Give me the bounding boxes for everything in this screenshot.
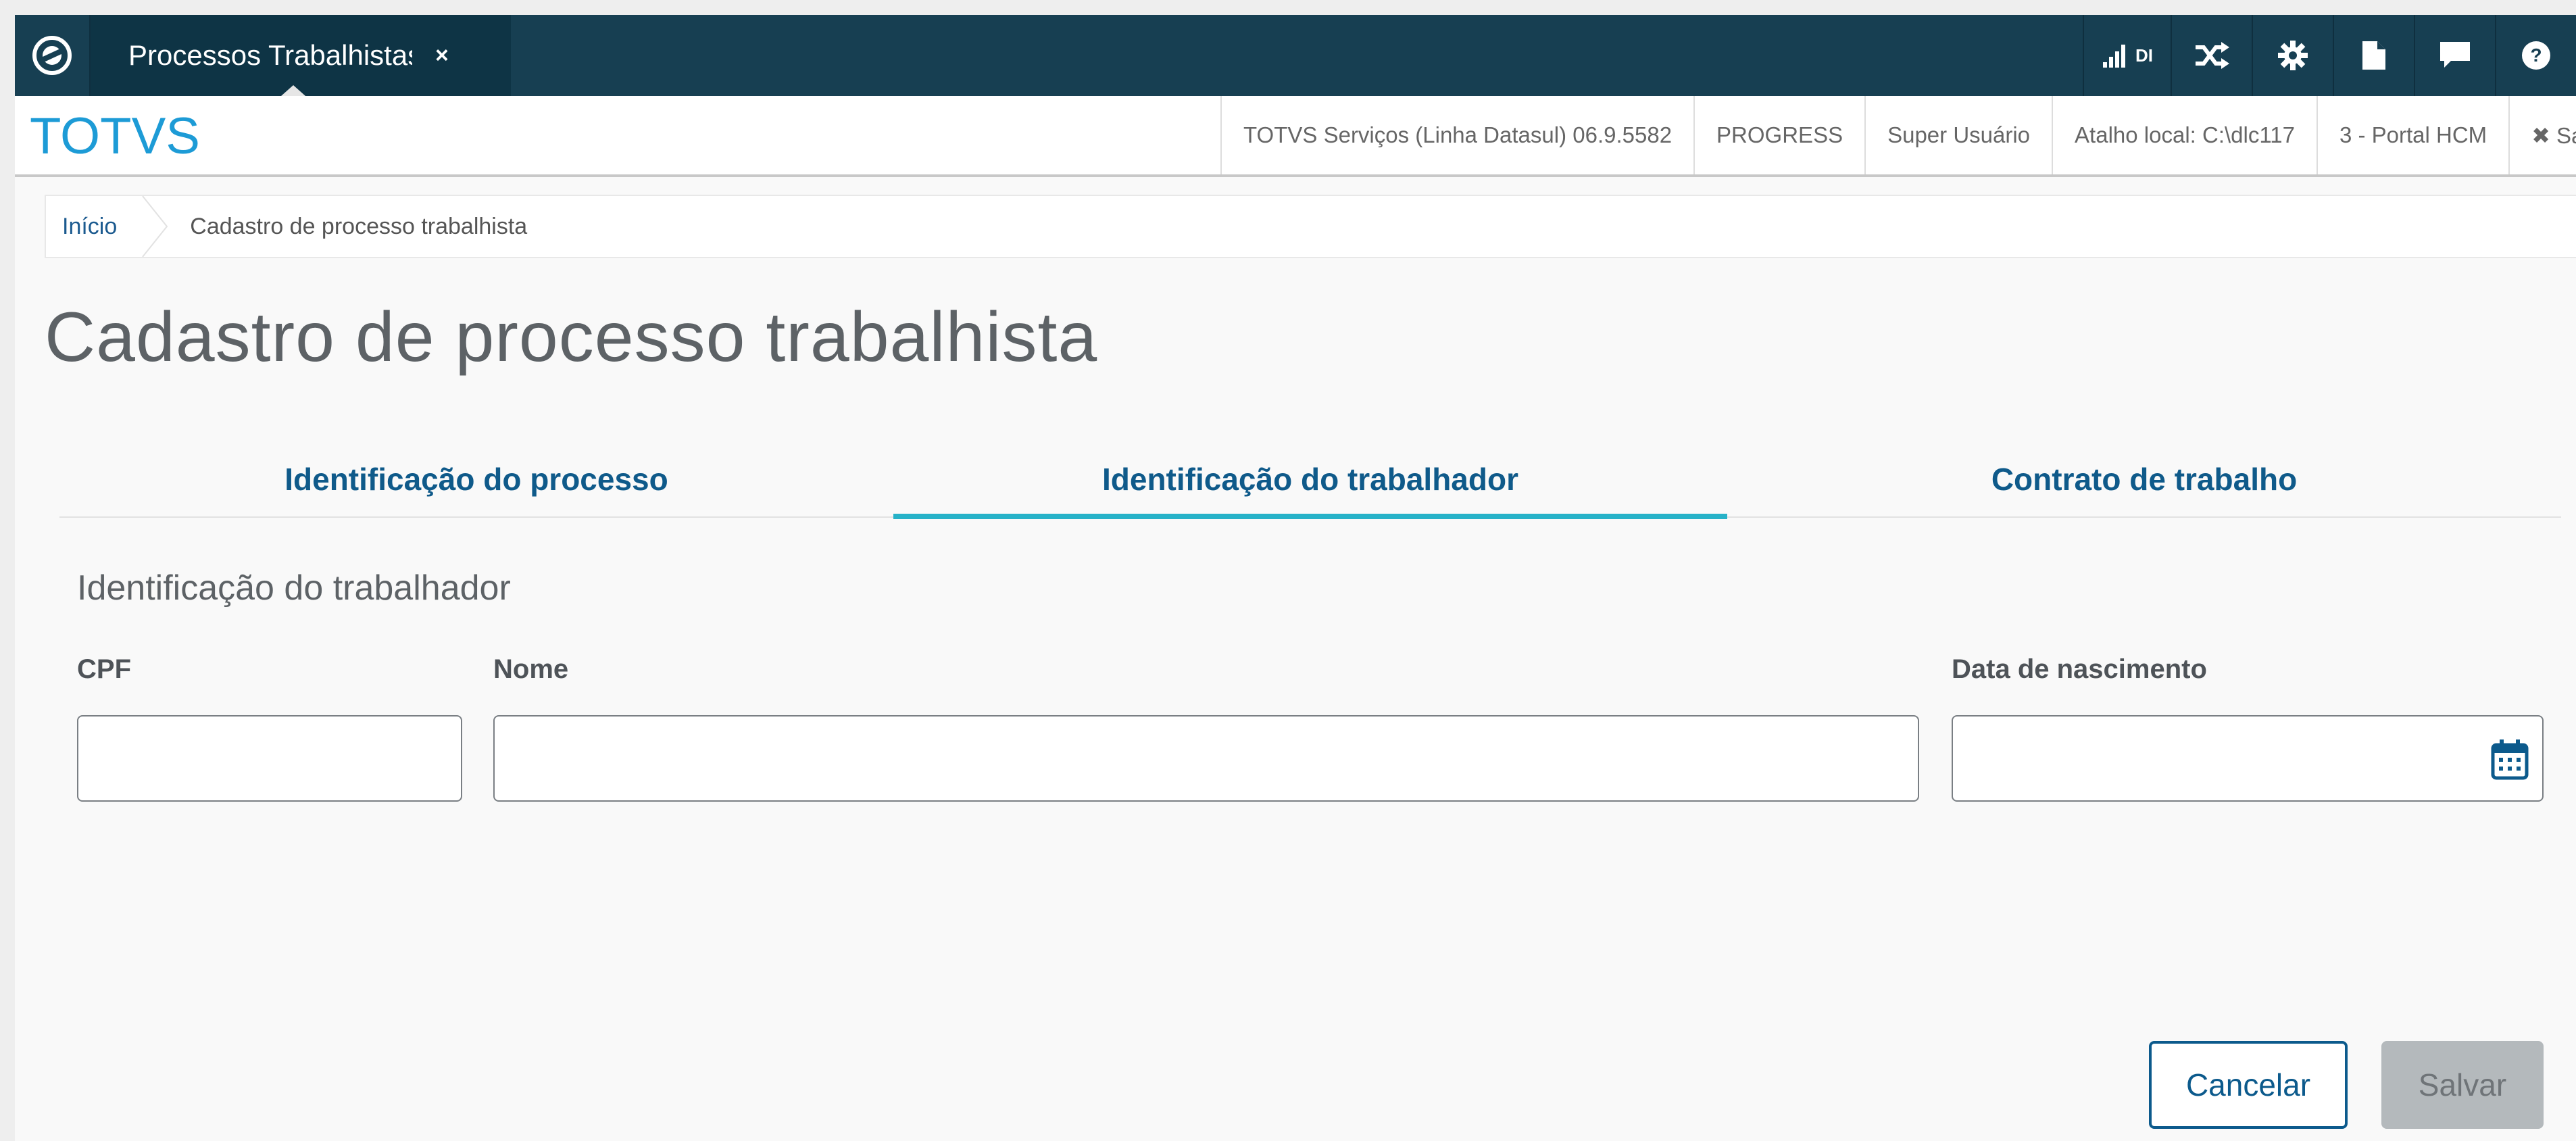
calendar-icon[interactable] bbox=[2491, 739, 2529, 780]
header-info: TOTVS Serviços (Linha Datasul) 06.9.5582… bbox=[1220, 96, 2576, 174]
signal-icon bbox=[2103, 45, 2125, 68]
totvs-logo-icon bbox=[32, 36, 72, 75]
shuffle-button[interactable] bbox=[2171, 15, 2252, 96]
breadcrumb-current: Cadastro de processo trabalhista bbox=[190, 213, 528, 239]
breadcrumb-separator-icon bbox=[140, 195, 170, 258]
top-toolbar: DI ? bbox=[2083, 15, 2576, 96]
save-button[interactable]: Salvar bbox=[2381, 1041, 2544, 1129]
top-bar: Processos Trabalhistas × DI ? bbox=[15, 15, 2576, 96]
logout-button[interactable]: ✖ Sair bbox=[2508, 96, 2576, 174]
totvs-logo-button[interactable] bbox=[15, 15, 91, 96]
app-window: Processos Trabalhistas × DI ? TOTVS TOTV… bbox=[15, 15, 2576, 1141]
breadcrumb: Início Cadastro de processo trabalhista bbox=[45, 195, 2576, 258]
section-title: Identificação do trabalhador bbox=[77, 568, 511, 608]
svg-text:?: ? bbox=[2530, 45, 2542, 66]
help-button[interactable]: ? bbox=[2495, 15, 2576, 96]
document-icon bbox=[2362, 41, 2385, 70]
active-tab-caret bbox=[281, 85, 305, 96]
help-icon: ? bbox=[2522, 41, 2550, 70]
nome-input[interactable] bbox=[493, 715, 1919, 802]
document-button[interactable] bbox=[2333, 15, 2414, 96]
local-shortcut: Atalho local: C:\dlc117 bbox=[2052, 96, 2317, 174]
tab-contrato-trabalho[interactable]: Contrato de trabalho bbox=[1727, 442, 2561, 516]
header-bar: TOTVS TOTVS Serviços (Linha Datasul) 06.… bbox=[15, 96, 2576, 177]
tab-close-icon[interactable]: × bbox=[435, 43, 449, 69]
cpf-label: CPF bbox=[77, 654, 131, 684]
chat-icon bbox=[2440, 42, 2470, 68]
cpf-input[interactable] bbox=[77, 715, 462, 802]
shuffle-icon bbox=[2196, 42, 2229, 69]
page-title: Cadastro de processo trabalhista bbox=[45, 298, 1098, 377]
tab-title: Processos Trabalhistas bbox=[128, 39, 412, 71]
database-type: PROGRESS bbox=[1693, 96, 1864, 174]
tab-identificacao-trabalhador[interactable]: Identificação do trabalhador bbox=[893, 442, 1727, 519]
chat-button[interactable] bbox=[2414, 15, 2495, 96]
signal-label: DI bbox=[2135, 45, 2153, 66]
product-version: TOTVS Serviços (Linha Datasul) 06.9.5582 bbox=[1220, 96, 1693, 174]
user-name[interactable]: Super Usuário bbox=[1864, 96, 2052, 174]
data-nascimento-input[interactable] bbox=[1952, 715, 2544, 802]
signal-button[interactable]: DI bbox=[2083, 15, 2171, 96]
tab-processos-trabalhistas[interactable]: Processos Trabalhistas × bbox=[91, 15, 511, 96]
gear-icon bbox=[2278, 41, 2308, 70]
cancel-button[interactable]: Cancelar bbox=[2149, 1041, 2348, 1129]
breadcrumb-home-link[interactable]: Início bbox=[62, 214, 117, 240]
nome-label: Nome bbox=[493, 654, 569, 684]
settings-button[interactable] bbox=[2252, 15, 2333, 96]
data-nascimento-label: Data de nascimento bbox=[1952, 654, 2207, 684]
company-portal[interactable]: 3 - Portal HCM bbox=[2316, 96, 2508, 174]
stepper-tabs: Identificação do processo Identificação … bbox=[59, 442, 2561, 519]
brand-logo: TOTVS bbox=[30, 107, 200, 165]
tab-identificacao-processo[interactable]: Identificação do processo bbox=[59, 442, 893, 516]
